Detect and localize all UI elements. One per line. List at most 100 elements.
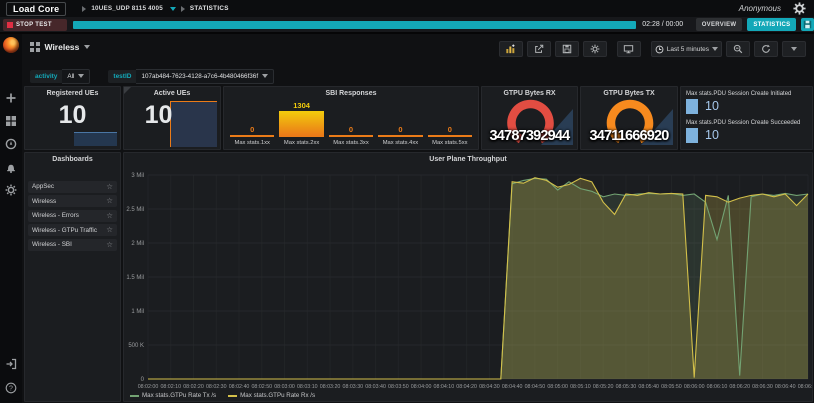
stop-test-button[interactable]: STOP TEST bbox=[3, 19, 67, 31]
svg-text:08:05:30: 08:05:30 bbox=[616, 384, 637, 390]
share-dashboard-button[interactable] bbox=[527, 41, 551, 57]
panel-title[interactable]: SBI Responses bbox=[224, 90, 478, 97]
svg-text:08:02:50: 08:02:50 bbox=[251, 384, 272, 390]
svg-text:08:06:40: 08:06:40 bbox=[775, 384, 796, 390]
pdu-initiated-label: Max stats.PDU Session Create Initiated bbox=[686, 91, 809, 97]
favorite-star-icon[interactable]: ☆ bbox=[106, 198, 113, 204]
svg-text:08:02:40: 08:02:40 bbox=[229, 384, 250, 390]
test-progress-fill bbox=[73, 21, 636, 29]
add-panel-icon bbox=[505, 44, 516, 54]
alerting-bell-icon[interactable] bbox=[5, 162, 17, 174]
svg-text:08:04:00: 08:04:00 bbox=[411, 384, 432, 390]
sbi-value: 0 bbox=[250, 125, 254, 134]
sbi-value: 0 bbox=[448, 125, 452, 134]
sign-in-icon[interactable] bbox=[5, 358, 17, 370]
dashboard-settings-button[interactable] bbox=[583, 41, 607, 57]
dashboard-list-item[interactable]: AppSec☆ bbox=[28, 181, 117, 193]
svg-text:08:04:20: 08:04:20 bbox=[456, 384, 477, 390]
grafana-logo-icon[interactable] bbox=[3, 37, 19, 53]
statistics-tab[interactable]: STATISTICS bbox=[747, 18, 796, 31]
legend-item-rx[interactable]: Max stats.GTPu Rate Rx /s bbox=[228, 392, 315, 399]
svg-text:500 K: 500 K bbox=[128, 343, 144, 349]
active-ues-panel: Active UEs 10 bbox=[123, 86, 221, 150]
save-results-button[interactable] bbox=[801, 18, 814, 31]
testid-variable-value: 107ab484-7623-4128-a7c6-4b480466f36f bbox=[141, 73, 258, 80]
legend-item-tx[interactable]: Max stats.GTPu Rate Tx /s bbox=[130, 392, 216, 399]
panel-title[interactable]: Registered UEs bbox=[25, 90, 120, 97]
dashboard-name: Wireless bbox=[45, 42, 80, 52]
svg-text:08:04:30: 08:04:30 bbox=[479, 384, 500, 390]
favorite-star-icon[interactable]: ☆ bbox=[106, 213, 113, 219]
chevron-down-icon bbox=[78, 74, 84, 78]
svg-text:08:06:50: 08:06:50 bbox=[798, 384, 813, 390]
help-icon[interactable]: ? bbox=[5, 382, 17, 394]
panel-title[interactable]: Dashboards bbox=[25, 156, 120, 163]
sbi-baseline bbox=[428, 135, 472, 137]
sbi-label: Max stats.5xx bbox=[432, 140, 467, 146]
svg-text:08:02:30: 08:02:30 bbox=[206, 384, 227, 390]
svg-text:08:03:20: 08:03:20 bbox=[320, 384, 341, 390]
legend-swatch-rx bbox=[228, 395, 237, 397]
sbi-value: 0 bbox=[398, 125, 402, 134]
sbi-value: 0 bbox=[349, 125, 353, 134]
cycle-view-button[interactable] bbox=[617, 41, 641, 57]
chevron-right-icon bbox=[82, 6, 86, 12]
save-floppy-icon bbox=[562, 44, 572, 54]
explore-compass-icon[interactable] bbox=[5, 138, 17, 150]
dashboard-list-item[interactable]: Wireless - GTPu Traffic☆ bbox=[28, 224, 117, 236]
dashboard-list-item[interactable]: Wireless - Errors☆ bbox=[28, 210, 117, 222]
legend-label-rx: Max stats.GTPu Rate Rx /s bbox=[240, 392, 315, 399]
svg-text:08:04:50: 08:04:50 bbox=[525, 384, 546, 390]
dashboard-picker[interactable]: Wireless bbox=[30, 42, 90, 52]
chart-legend: Max stats.GTPu Rate Tx /s Max stats.GTPu… bbox=[130, 392, 315, 399]
svg-text:08:03:00: 08:03:00 bbox=[274, 384, 295, 390]
favorite-star-icon[interactable]: ☆ bbox=[106, 242, 113, 248]
user-name[interactable]: Anonymous bbox=[739, 4, 781, 13]
svg-text:3 Mil: 3 Mil bbox=[131, 173, 144, 179]
grafana-sidebar: ? bbox=[0, 34, 22, 403]
svg-text:08:06:30: 08:06:30 bbox=[752, 384, 773, 390]
add-panel-button[interactable] bbox=[499, 41, 523, 57]
svg-text:1.5 Mil: 1.5 Mil bbox=[126, 275, 144, 281]
svg-text:08:05:10: 08:05:10 bbox=[570, 384, 591, 390]
save-dashboard-button[interactable] bbox=[555, 41, 579, 57]
settings-gear-icon[interactable] bbox=[793, 2, 806, 15]
activity-variable-select[interactable]: All bbox=[62, 69, 90, 84]
svg-text:08:06:20: 08:06:20 bbox=[729, 384, 750, 390]
create-plus-icon[interactable] bbox=[5, 92, 17, 104]
top-bar: Load Core 10UES_UDP 8115 4005 STATISTICS… bbox=[0, 0, 814, 17]
dashboards-list-panel: Dashboards AppSec☆ Wireless☆ Wireless - Er… bbox=[24, 152, 121, 402]
sbi-column: 0 Max stats.4xx bbox=[378, 101, 422, 146]
legend-label-tx: Max stats.GTPu Rate Tx /s bbox=[142, 392, 216, 399]
panel-title[interactable]: Active UEs bbox=[124, 90, 220, 97]
chevron-down-icon bbox=[791, 47, 797, 51]
sparkline bbox=[74, 132, 117, 146]
svg-text:08:04:40: 08:04:40 bbox=[502, 384, 523, 390]
chevron-down-icon[interactable] bbox=[170, 7, 176, 11]
svg-text:08:03:10: 08:03:10 bbox=[297, 384, 318, 390]
sbi-baseline bbox=[329, 135, 373, 137]
throughput-chart-svg[interactable]: 08:02:0008:02:1008:02:2008:02:3008:02:40… bbox=[124, 153, 813, 402]
refresh-interval-dropdown[interactable] bbox=[782, 41, 806, 57]
time-range-picker[interactable]: Last 5 minutes bbox=[651, 41, 722, 57]
dashboards-grid-icon[interactable] bbox=[5, 115, 17, 127]
favorite-star-icon[interactable]: ☆ bbox=[106, 227, 113, 233]
registered-ues-value: 10 bbox=[25, 101, 120, 130]
dashboard-list-item[interactable]: Wireless - SBI☆ bbox=[28, 239, 117, 251]
chevron-down-icon bbox=[712, 47, 718, 51]
time-range-label: Last 5 minutes bbox=[667, 46, 709, 53]
zoom-out-icon bbox=[733, 44, 743, 54]
refresh-button[interactable] bbox=[754, 41, 778, 57]
svg-text:1 Mil: 1 Mil bbox=[131, 309, 144, 315]
sbi-label: Max stats.2xx bbox=[284, 140, 319, 146]
favorite-star-icon[interactable]: ☆ bbox=[106, 184, 113, 190]
svg-text:?: ? bbox=[9, 385, 13, 392]
svg-text:08:05:40: 08:05:40 bbox=[638, 384, 659, 390]
overview-tab[interactable]: OVERVIEW bbox=[696, 18, 743, 31]
configuration-gear-icon[interactable] bbox=[5, 184, 17, 196]
breadcrumb-test-name[interactable]: 10UES_UDP 8115 4005 bbox=[91, 5, 163, 12]
testid-variable-select[interactable]: 107ab484-7623-4128-a7c6-4b480466f36f bbox=[136, 69, 274, 84]
zoom-out-button[interactable] bbox=[726, 41, 750, 57]
sbi-bar-gauge: 0 Max stats.1xx 1304 Max stats.2xx 0 Max… bbox=[230, 101, 472, 146]
dashboard-list-item[interactable]: Wireless☆ bbox=[28, 195, 117, 207]
